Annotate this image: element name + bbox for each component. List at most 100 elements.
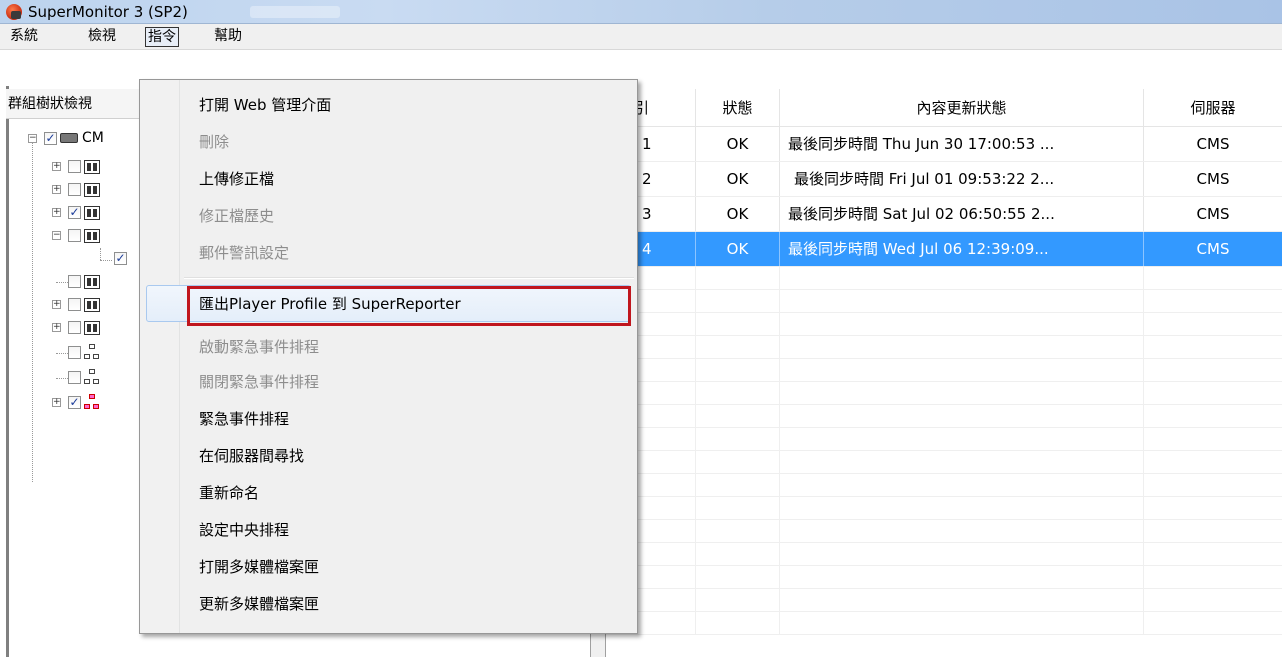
cell-sync: 最後同步時間 Thu Jun 30 17:00:53 ...	[780, 127, 1144, 161]
checkbox[interactable]	[68, 183, 81, 196]
tree-row[interactable]: −	[10, 225, 147, 247]
column-status[interactable]: 狀態	[696, 89, 780, 127]
tree-branch-line	[56, 353, 68, 354]
menu-item-start-emergency-schedule[interactable]: 啟動緊急事件排程	[199, 332, 319, 362]
network-group-icon	[84, 344, 100, 361]
menu-item-open-web-admin[interactable]: 打開 Web 管理介面	[199, 90, 331, 120]
expand-icon[interactable]: +	[52, 185, 61, 194]
tree-row[interactable]: +	[10, 294, 147, 316]
menu-item-mail-alert-settings[interactable]: 郵件警訊設定	[199, 238, 289, 268]
menu-system[interactable]: 系統	[8, 27, 40, 47]
checkbox[interactable]	[68, 371, 81, 384]
empty-row	[606, 428, 1282, 451]
menu-item-central-schedule[interactable]: 設定中央排程	[199, 515, 289, 545]
app-icon	[6, 4, 22, 20]
empty-row	[606, 359, 1282, 382]
expand-icon[interactable]: +	[52, 208, 61, 217]
tree-root-label: CM	[82, 130, 104, 146]
window-title: SuperMonitor 3 (SP2)	[28, 3, 188, 21]
tree-row[interactable]	[10, 342, 147, 364]
title-blurred-area	[250, 6, 340, 18]
player-icon	[84, 160, 100, 174]
checkbox-checked[interactable]: ✓	[68, 206, 81, 219]
table-row[interactable]: 3 OK 最後同步時間 Sat Jul 02 06:50:55 2... CMS	[606, 197, 1282, 232]
checkbox-checked[interactable]: ✓	[44, 132, 57, 145]
empty-row	[606, 290, 1282, 313]
empty-row	[606, 382, 1282, 405]
cell-sync: 最後同步時間 Wed Jul 06 12:39:09...	[780, 232, 1144, 266]
empty-row	[606, 336, 1282, 359]
column-server[interactable]: 伺服器	[1144, 89, 1282, 127]
grid-header: 引 狀態 內容更新狀態 伺服器	[606, 89, 1282, 127]
player-icon	[84, 321, 100, 335]
menu-command[interactable]: 指令	[145, 27, 179, 47]
menu-item-find-across-servers[interactable]: 在伺服器間尋找	[199, 441, 304, 471]
menu-item-patch-history[interactable]: 修正檔歷史	[199, 201, 274, 231]
empty-row	[606, 497, 1282, 520]
collapse-icon[interactable]: −	[28, 134, 37, 143]
tree-row[interactable]	[10, 367, 147, 389]
expand-icon[interactable]: +	[52, 398, 61, 407]
cell-status: OK	[696, 162, 780, 196]
tree-row[interactable]: +	[10, 156, 147, 178]
network-group-icon	[84, 369, 100, 386]
empty-row	[606, 474, 1282, 497]
expand-icon[interactable]: +	[52, 300, 61, 309]
tree-row[interactable]: + ✓	[10, 392, 147, 414]
tree-row[interactable]: +	[10, 179, 147, 201]
empty-row	[606, 313, 1282, 336]
tree-row[interactable]: +	[10, 317, 147, 339]
menu-bar: 系統 檢視 指令 幫助	[0, 24, 1282, 50]
player-icon	[84, 206, 100, 220]
collapse-icon[interactable]: −	[52, 231, 61, 240]
cell-server: CMS	[1196, 240, 1230, 258]
cms-server-icon	[60, 133, 78, 143]
expand-icon[interactable]: +	[52, 162, 61, 171]
callout-highlight-box	[187, 286, 631, 326]
expand-icon[interactable]: +	[52, 323, 61, 332]
tree-branch-line	[56, 282, 68, 283]
empty-row	[606, 520, 1282, 543]
checkbox[interactable]	[68, 346, 81, 359]
tree-branch-line	[56, 378, 68, 379]
checkbox[interactable]	[68, 229, 81, 242]
cell-sync: 最後同步時間 Sat Jul 02 06:50:55 2...	[780, 197, 1144, 231]
menu-item-upload-patch[interactable]: 上傳修正檔	[199, 164, 274, 194]
empty-row	[606, 566, 1282, 589]
checkbox[interactable]	[68, 298, 81, 311]
empty-row	[606, 451, 1282, 474]
checkbox-checked[interactable]: ✓	[114, 252, 127, 265]
table-row[interactable]: 2 OK 最後同步時間 Fri Jul 01 09:53:22 2... CMS	[606, 162, 1282, 197]
tree-row[interactable]	[10, 271, 147, 293]
tree-row[interactable]: + ✓	[10, 202, 147, 224]
checkbox[interactable]	[68, 275, 81, 288]
tree-row-root[interactable]: − ✓ CM	[10, 128, 147, 150]
column-sync-status[interactable]: 內容更新狀態	[780, 89, 1144, 127]
menu-item-rename[interactable]: 重新命名	[199, 478, 259, 508]
menu-item-stop-emergency-schedule[interactable]: 關閉緊急事件排程	[199, 367, 319, 397]
menu-separator	[184, 277, 634, 279]
cell-server: CMS	[1196, 170, 1230, 188]
player-icon	[84, 183, 100, 197]
player-icon	[84, 275, 100, 289]
empty-row	[606, 267, 1282, 290]
cell-sync: 最後同步時間 Fri Jul 01 09:53:22 2...	[780, 162, 1144, 196]
menu-item-emergency-schedule[interactable]: 緊急事件排程	[199, 404, 289, 434]
network-group-icon	[84, 394, 100, 411]
empty-row	[606, 405, 1282, 428]
menu-item-update-media-library[interactable]: 更新多媒體檔案匣	[199, 589, 319, 619]
menu-item-delete[interactable]: 刪除	[199, 127, 229, 157]
player-list-grid: 引 狀態 內容更新狀態 伺服器 1 OK 最後同步時間 Thu Jun 30 1…	[606, 86, 1282, 657]
cell-server: CMS	[1196, 135, 1230, 153]
checkbox-checked[interactable]: ✓	[68, 396, 81, 409]
menu-view[interactable]: 檢視	[86, 27, 118, 47]
tree-row[interactable]: ✓	[10, 248, 147, 270]
checkbox[interactable]	[68, 160, 81, 173]
menu-item-open-media-library[interactable]: 打開多媒體檔案匣	[199, 552, 319, 582]
menu-help[interactable]: 幫助	[212, 27, 244, 47]
table-row-selected[interactable]: 4 OK 最後同步時間 Wed Jul 06 12:39:09... CMS	[606, 232, 1282, 267]
checkbox[interactable]	[68, 321, 81, 334]
player-icon	[84, 229, 100, 243]
table-row[interactable]: 1 OK 最後同步時間 Thu Jun 30 17:00:53 ... CMS	[606, 127, 1282, 162]
player-icon	[84, 298, 100, 312]
